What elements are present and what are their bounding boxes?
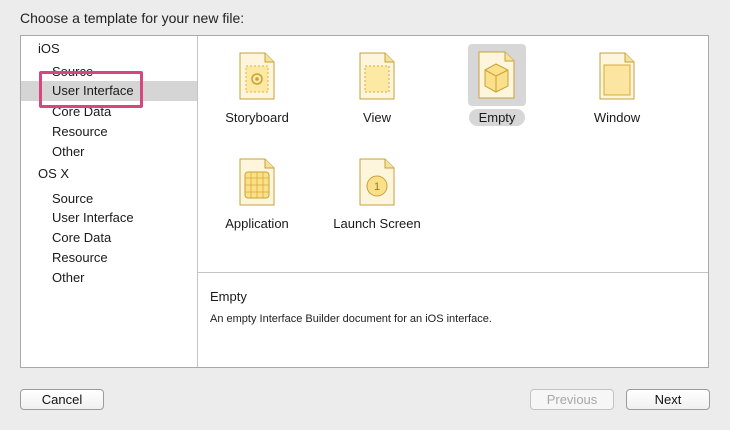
template-label: Launch Screen — [333, 216, 421, 231]
launch-screen-badge: 1 — [374, 181, 380, 193]
dialog-prompt: Choose a template for your new file: — [20, 10, 245, 26]
template-label: Application — [225, 216, 289, 231]
sidebar-item-osx-core-data[interactable]: Core Data — [52, 228, 111, 248]
template-window[interactable]: Window — [558, 40, 676, 138]
template-label: View — [363, 110, 391, 125]
section-osx[interactable]: OS X — [38, 164, 69, 184]
application-icon — [229, 152, 285, 212]
template-description: Empty An empty Interface Builder documen… — [198, 272, 708, 367]
cancel-button[interactable]: Cancel — [20, 389, 104, 410]
description-title: Empty — [210, 289, 247, 304]
sidebar-item-osx-user-interface[interactable]: User Interface — [52, 208, 134, 228]
template-panel: iOS Source User Interface Core Data Reso… — [20, 35, 709, 368]
sidebar-item-osx-source[interactable]: Source — [52, 189, 93, 209]
template-label: Empty — [438, 109, 556, 126]
description-text: An empty Interface Builder document for … — [210, 313, 492, 325]
template-storyboard[interactable]: Storyboard — [198, 40, 316, 138]
sidebar-item-ios-source[interactable]: Source — [52, 62, 93, 82]
sidebar-item-ios-resource[interactable]: Resource — [52, 122, 108, 142]
storyboard-icon — [229, 46, 285, 106]
sidebar-item-ios-other[interactable]: Other — [52, 142, 85, 162]
next-button[interactable]: Next — [626, 389, 710, 410]
template-empty[interactable]: Empty — [438, 40, 556, 138]
previous-button[interactable]: Previous — [530, 389, 614, 410]
window-icon — [589, 46, 645, 106]
sidebar-item-osx-other[interactable]: Other — [52, 268, 85, 288]
sidebar-item-ios-user-interface[interactable]: User Interface — [21, 81, 197, 101]
sidebar-item-ios-core-data[interactable]: Core Data — [52, 102, 111, 122]
view-icon — [349, 46, 405, 106]
category-sidebar: iOS Source User Interface Core Data Reso… — [21, 36, 198, 367]
template-launch-screen[interactable]: 1 Launch Screen — [318, 146, 436, 244]
template-application[interactable]: Application — [198, 146, 316, 244]
empty-icon — [468, 44, 526, 106]
template-label: Window — [593, 110, 641, 125]
launch-screen-icon: 1 — [349, 152, 405, 212]
section-ios[interactable]: iOS — [38, 39, 60, 59]
template-label: Storyboard — [225, 110, 289, 125]
template-view[interactable]: View — [318, 40, 436, 138]
template-grid: Storyboard View Empty Window Application… — [198, 36, 708, 271]
sidebar-item-osx-resource[interactable]: Resource — [52, 248, 108, 268]
